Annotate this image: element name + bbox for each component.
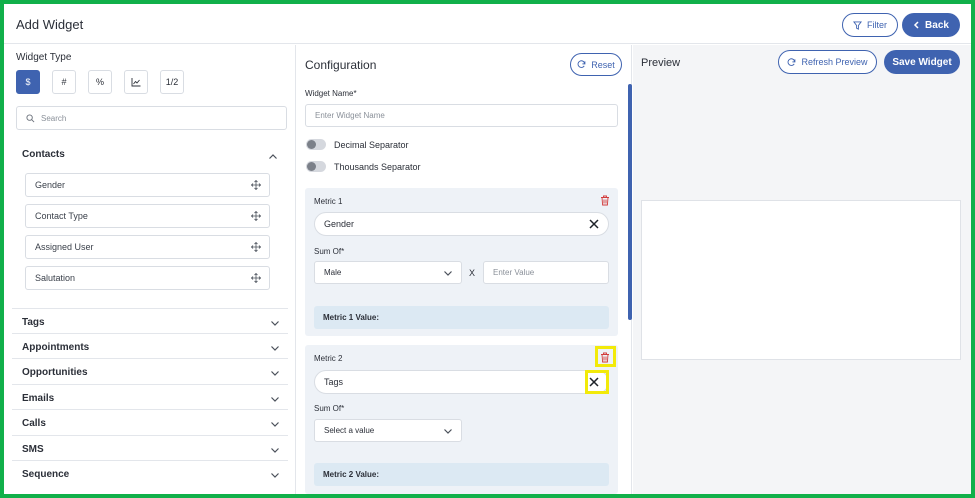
page-title: Add Widget <box>16 17 84 32</box>
sum-of-value: Male <box>324 268 342 277</box>
section-label: Emails <box>22 393 55 404</box>
sum-of-label: Sum Of* <box>314 247 345 256</box>
refresh-preview-button[interactable]: Refresh Preview <box>778 50 877 74</box>
sum-of-select[interactable]: Select a value <box>314 419 462 442</box>
chevron-down-icon <box>271 321 279 326</box>
sum-of-value: Select a value <box>324 426 375 435</box>
section-label: Opportunities <box>22 367 88 378</box>
refresh-preview-label: Refresh Preview <box>801 57 868 67</box>
close-icon[interactable] <box>588 218 600 230</box>
field-item-assigned-user[interactable]: Assigned User <box>25 235 270 259</box>
multiply-symbol: X <box>469 268 476 278</box>
field-item-contact-type[interactable]: Contact Type <box>25 204 270 228</box>
filter-icon <box>853 20 862 30</box>
move-icon[interactable] <box>251 273 261 283</box>
section-appointments[interactable]: Appointments <box>12 333 288 358</box>
chevron-down-icon <box>444 271 452 276</box>
section-emails[interactable]: Emails <box>12 384 288 409</box>
chevron-up-icon[interactable] <box>268 152 278 162</box>
thousands-separator-label: Thousands Separator <box>334 162 421 172</box>
section-label: Tags <box>22 317 45 328</box>
section-label: Sequence <box>22 469 70 480</box>
chevron-down-icon <box>271 448 279 453</box>
metric-title: Metric 1 <box>314 197 343 206</box>
contacts-section-title[interactable]: Contacts <box>22 149 65 160</box>
chevron-left-icon <box>913 21 919 29</box>
metric-field-pill[interactable]: Gender <box>314 212 609 236</box>
save-widget-button[interactable]: Save Widget <box>884 50 960 74</box>
chevron-down-icon <box>271 397 279 402</box>
save-widget-label: Save Widget <box>892 56 952 68</box>
field-item-gender[interactable]: Gender <box>25 173 270 197</box>
decimal-separator-toggle[interactable] <box>306 139 326 150</box>
back-button[interactable]: Back <box>902 13 960 37</box>
metric-field-label: Tags <box>324 377 344 387</box>
thousands-separator-toggle[interactable] <box>306 161 326 172</box>
chevron-down-icon <box>271 371 279 376</box>
config-scrollbar[interactable] <box>628 84 632 320</box>
preview-title: Preview <box>641 57 681 69</box>
section-opportunities[interactable]: Opportunities <box>12 358 288 383</box>
reset-label: Reset <box>591 59 615 70</box>
refresh-icon <box>788 57 796 66</box>
move-icon[interactable] <box>251 180 261 190</box>
widget-type-label: Widget Type <box>16 52 72 63</box>
reset-button[interactable]: Reset <box>570 53 622 76</box>
widget-name-input[interactable]: Enter Widget Name <box>305 104 618 127</box>
search-input[interactable] <box>41 113 271 123</box>
configuration-title: Configuration <box>305 58 377 72</box>
type-currency-button[interactable]: $ <box>16 70 40 94</box>
metric-1-card: Metric 1 Gender Sum Of* Male X Enter Val… <box>305 188 618 336</box>
header: Add Widget Filter Back <box>4 4 971 44</box>
section-tags[interactable]: Tags <box>12 308 288 333</box>
trash-icon[interactable] <box>600 195 610 206</box>
metric-value-input[interactable]: Enter Value <box>483 261 609 284</box>
field-item-label: Salutation <box>35 273 76 283</box>
field-item-label: Gender <box>35 180 66 190</box>
move-icon[interactable] <box>251 242 261 252</box>
sum-of-label: Sum Of* <box>314 404 345 413</box>
filter-label: Filter <box>867 20 887 30</box>
chevron-down-icon <box>271 346 279 351</box>
section-calls[interactable]: Calls <box>12 409 288 434</box>
section-sequence[interactable]: Sequence <box>12 460 288 485</box>
metric-2-card: Metric 2 Tags Sum Of* Select a value Met… <box>305 345 618 494</box>
type-percent-button[interactable]: % <box>88 70 112 94</box>
chevron-down-icon <box>271 473 279 478</box>
widget-type-panel: Widget Type $ # % 1/2 Contacts Gender Co… <box>4 45 296 494</box>
sum-of-select[interactable]: Male <box>314 261 462 284</box>
type-number-button[interactable]: # <box>52 70 76 94</box>
line-chart-icon <box>131 77 141 86</box>
metric-field-label: Gender <box>324 219 355 229</box>
field-item-salutation[interactable]: Salutation <box>25 266 270 290</box>
field-search[interactable] <box>16 106 287 130</box>
preview-panel: Preview Refresh Preview Save Widget <box>633 45 971 494</box>
section-label: Appointments <box>22 342 90 353</box>
move-icon[interactable] <box>251 211 261 221</box>
decimal-separator-label: Decimal Separator <box>334 140 409 150</box>
metric-field-pill[interactable]: Tags <box>314 370 609 394</box>
configuration-panel: Configuration Reset Widget Name* Enter W… <box>297 45 632 494</box>
field-item-label: Assigned User <box>35 242 94 252</box>
metric-value-display: Metric 1 Value: <box>314 306 609 329</box>
search-icon <box>26 113 35 122</box>
close-highlight <box>585 370 609 394</box>
field-item-label: Contact Type <box>35 211 88 221</box>
back-label: Back <box>925 19 949 31</box>
preview-area <box>641 200 961 360</box>
section-sms[interactable]: SMS <box>12 435 288 460</box>
section-label: SMS <box>22 444 44 455</box>
chevron-down-icon <box>444 429 452 434</box>
metric-value-display: Metric 2 Value: <box>314 463 609 486</box>
type-ratio-button[interactable]: 1/2 <box>160 70 184 94</box>
type-chart-button[interactable] <box>124 70 148 94</box>
filter-button[interactable]: Filter <box>842 13 898 37</box>
trash-highlight <box>595 346 616 367</box>
chevron-down-icon <box>271 422 279 427</box>
widget-name-label: Widget Name* <box>305 89 357 98</box>
metric-title: Metric 2 <box>314 354 343 363</box>
section-label: Calls <box>22 418 46 429</box>
refresh-icon <box>577 60 586 68</box>
